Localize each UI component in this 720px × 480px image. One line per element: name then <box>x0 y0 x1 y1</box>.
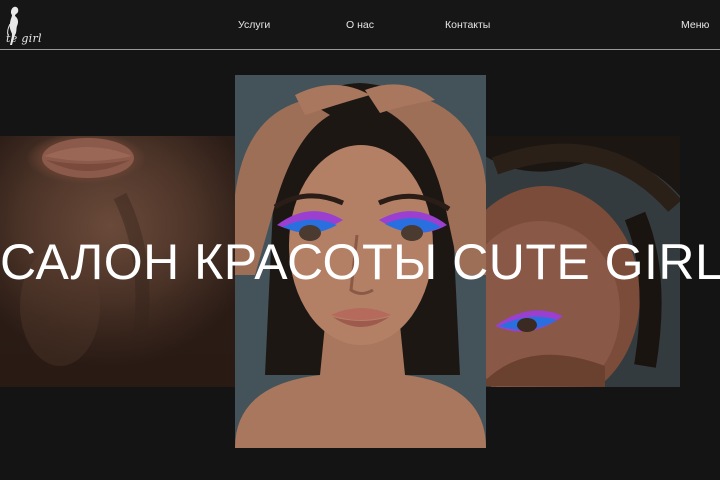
site-logo[interactable]: te girl <box>0 4 56 46</box>
nav-link-about[interactable]: О нас <box>346 19 374 31</box>
site-header: te girl Услуги О нас Контакты Меню <box>0 0 720 50</box>
logo-text: te girl <box>6 32 42 45</box>
hero-headline: САЛОН КРАСОТЫ CUTE GIRL <box>0 234 720 290</box>
menu-button[interactable]: Меню <box>681 19 709 31</box>
page: te girl Услуги О нас Контакты Меню САЛОН… <box>0 0 720 480</box>
nav-link-contacts[interactable]: Контакты <box>445 19 490 31</box>
nav-link-services[interactable]: Услуги <box>238 19 270 31</box>
